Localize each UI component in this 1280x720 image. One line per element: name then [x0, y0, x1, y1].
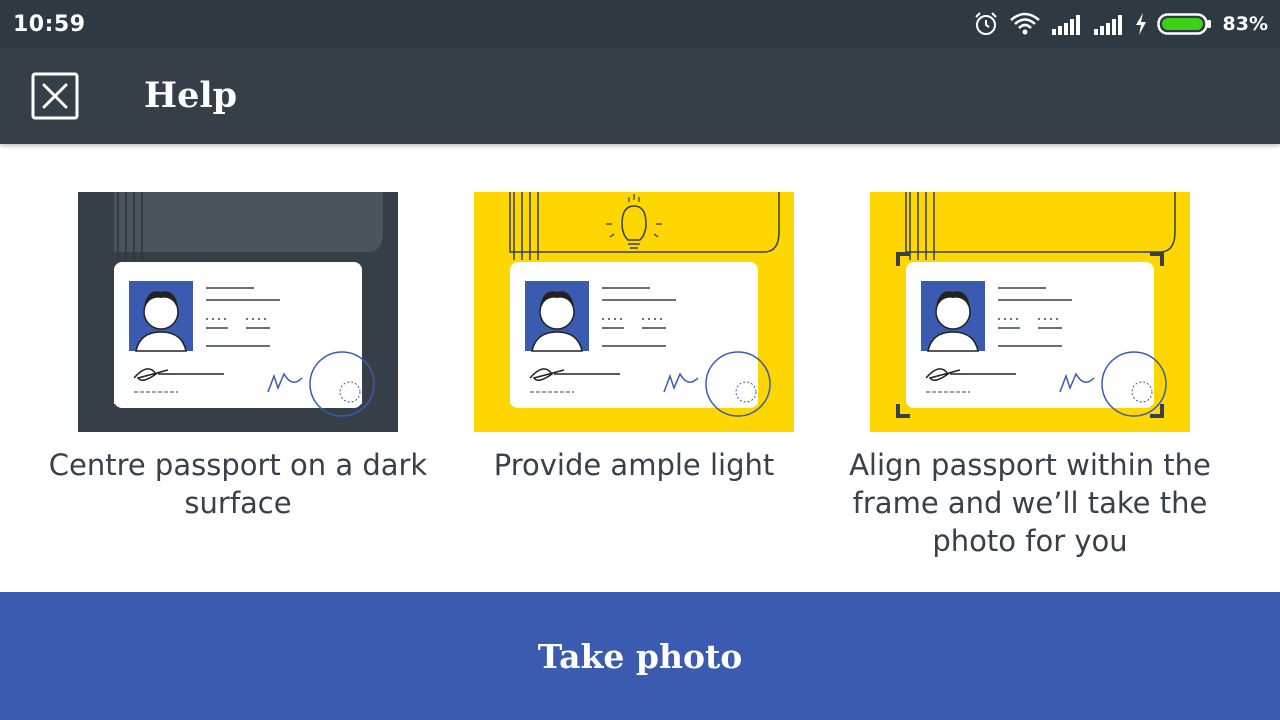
passport-lightbulb-illustration [474, 192, 794, 432]
take-photo-label: Take photo [537, 636, 743, 676]
passport-dark-surface-illustration [78, 192, 398, 432]
signal-icon [1093, 13, 1125, 35]
status-bar: 10:59 83% [0, 0, 1280, 48]
close-icon [31, 72, 81, 124]
tip-caption: Align passport within the frame and we’l… [849, 448, 1211, 558]
battery-icon [1156, 12, 1213, 36]
help-tips: Centre passport on a dark surface Provid… [0, 192, 1280, 592]
battery-percent: 83% [1222, 13, 1268, 35]
signal-icon [1051, 13, 1083, 35]
charging-icon [1135, 13, 1147, 35]
passport-frame-illustration [870, 192, 1190, 432]
wifi-icon [1009, 12, 1041, 36]
take-photo-button[interactable]: Take photo [0, 592, 1280, 720]
page-title: Help [144, 75, 238, 116]
status-icons: 83% [973, 11, 1268, 37]
app-bar: Help [0, 48, 1280, 144]
status-time: 10:59 [13, 11, 86, 37]
tip-caption: Centre passport on a dark surface [48, 448, 428, 520]
close-button[interactable] [31, 72, 81, 120]
alarm-icon [973, 11, 999, 37]
tip-caption: Provide ample light [493, 448, 775, 482]
